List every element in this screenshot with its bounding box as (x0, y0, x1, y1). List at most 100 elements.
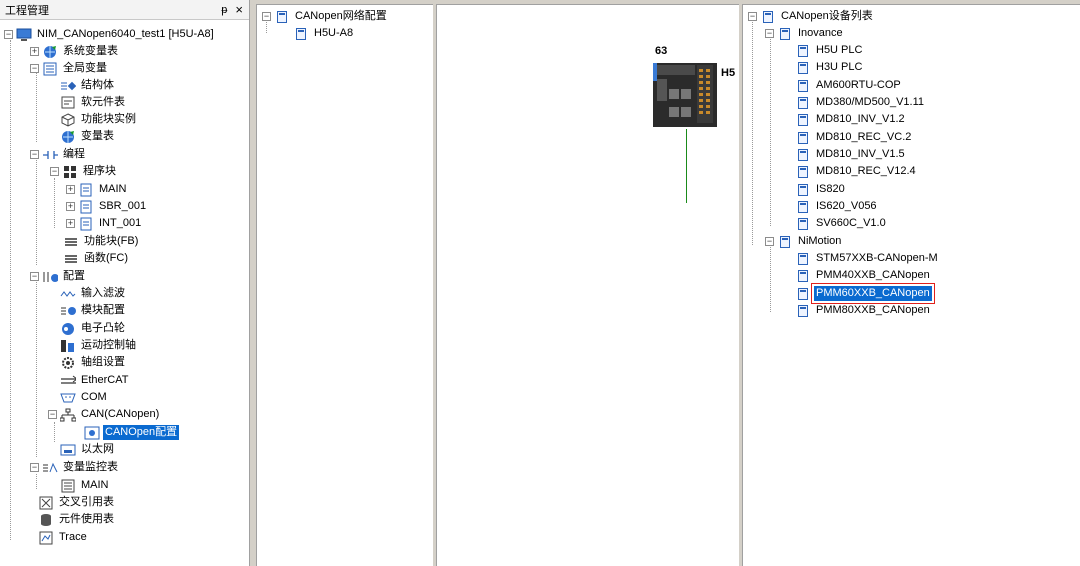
device-item[interactable]: AM600RTU-COP (795, 77, 903, 94)
collapse-toggle[interactable]: − (30, 150, 39, 159)
collapse-toggle[interactable]: − (4, 30, 13, 39)
tree-item-program-blocks[interactable]: − 程序块 (50, 163, 118, 180)
tree-item-label: 变量表 (81, 130, 114, 142)
tree-item-variable-monitor[interactable]: − 变量监控表 (30, 459, 120, 476)
project-panel-title: 工程管理 (5, 4, 49, 17)
tree-item-input-filter[interactable]: 输入滤波 (60, 285, 127, 302)
tree-item-ethernet[interactable]: 以太网 (60, 441, 116, 458)
project-panel-header: 工程管理 ᵽ × (0, 0, 249, 20)
tree-item-int001[interactable]: + INT_001 (66, 215, 143, 232)
device-item[interactable]: STM57XXB-CANopen-M (795, 250, 940, 267)
device-item[interactable]: MD810_REC_VC.2 (795, 129, 913, 146)
device-item[interactable]: MD380/MD500_V1.11 (795, 94, 926, 111)
collapse-toggle[interactable]: − (50, 167, 59, 176)
tree-item-global-variables[interactable]: − 全局变量 (30, 60, 109, 77)
tree-item-label: 功能块(FB) (84, 235, 139, 247)
device-list-root[interactable]: − CANopen设备列表 (748, 8, 875, 25)
device-item[interactable]: SV660C_V1.0 (795, 215, 888, 232)
collapse-toggle[interactable]: − (30, 64, 39, 73)
device-item[interactable]: MD810_INV_V1.2 (795, 111, 907, 128)
tree-item-label: 模块配置 (81, 304, 125, 316)
doc-icon (795, 251, 811, 267)
device-item[interactable]: IS820 (795, 181, 847, 198)
network-canvas[interactable]: 63 H5 (436, 4, 739, 566)
device-item[interactable]: PMM40XXB_CANopen (795, 267, 932, 284)
device-item[interactable]: H3U PLC (795, 59, 864, 76)
tree-item-project[interactable]: − NIM_CANopen6040_test1 [H5U-A8] (4, 26, 216, 43)
device-item[interactable]: H5U PLC (795, 42, 864, 59)
tree-item-fc[interactable]: 函数(FC) (63, 250, 130, 267)
tree-item-soft-components[interactable]: 软元件表 (60, 94, 127, 111)
expand-toggle[interactable]: + (66, 202, 75, 211)
expand-toggle[interactable]: + (66, 219, 75, 228)
device-item[interactable]: IS620_V056 (795, 198, 879, 215)
device-item[interactable]: MD810_REC_V12.4 (795, 163, 918, 180)
device-label: MD380/MD500_V1.11 (816, 96, 925, 108)
fc-icon (63, 251, 79, 267)
tree-item-com[interactable]: COM (60, 389, 109, 406)
tree-item-fb-instances[interactable]: 功能块实例 (60, 111, 138, 128)
ladder-icon (42, 147, 58, 163)
tree-item-crossref[interactable]: 交叉引用表 (38, 494, 116, 511)
expand-toggle[interactable]: + (30, 47, 39, 56)
collapse-toggle[interactable]: − (748, 12, 757, 21)
tree-item-system-variables[interactable]: + 系统变量表 (30, 43, 120, 60)
expand-toggle[interactable]: + (66, 185, 75, 194)
tree-item-programming[interactable]: − 编程 (30, 146, 87, 163)
tree-item-ethercat[interactable]: EtherCAT (60, 372, 130, 389)
tree-item-monitor-main[interactable]: MAIN (60, 477, 111, 494)
crossref-icon (38, 495, 54, 511)
monitor-icon (42, 460, 58, 476)
tree-item-label: 函数(FC) (84, 252, 128, 264)
tree-item-label: COM (81, 391, 107, 403)
tree-item-module-config[interactable]: 模块配置 (60, 302, 127, 319)
close-button[interactable]: × (235, 3, 243, 16)
struct-icon (60, 78, 76, 94)
tree-item-main[interactable]: + MAIN (66, 181, 129, 198)
collapse-toggle[interactable]: − (262, 12, 271, 21)
device-label: SV660C_V1.0 (816, 217, 886, 229)
tree-item-label: 配置 (63, 270, 85, 282)
plc-device[interactable] (653, 61, 717, 129)
collapse-toggle[interactable]: − (765, 29, 774, 38)
wave-icon (60, 286, 76, 302)
collapse-toggle[interactable]: − (765, 237, 774, 246)
tree-item-label: Trace (59, 531, 87, 543)
device-label: PMM80XXB_CANopen (816, 304, 930, 316)
vendor-label: Inovance (798, 27, 843, 39)
tree-item-element-usage[interactable]: 元件使用表 (38, 511, 116, 528)
vendor-group-inovance[interactable]: − Inovance (765, 25, 845, 42)
doc-icon (795, 130, 811, 146)
tree-item-motion-axis[interactable]: 运动控制轴 (60, 337, 138, 354)
tree-item-configuration[interactable]: − 配置 (30, 268, 87, 285)
project-tree: − NIM_CANopen6040_test1 [H5U-A8] + 系统变量表… (0, 20, 249, 566)
tree-item-fb[interactable]: 功能块(FB) (63, 233, 140, 250)
device-label: AM600RTU-COP (816, 79, 901, 91)
tree-item-can[interactable]: − CAN(CANopen) (48, 406, 161, 423)
tree-item-canopen-config[interactable]: CANOpen配置 (84, 424, 180, 441)
tree-item-label: MAIN (81, 479, 109, 491)
tree-item-label: 输入滤波 (81, 287, 125, 299)
gear-icon (60, 355, 76, 371)
collapse-toggle[interactable]: − (30, 272, 39, 281)
device-item[interactable]: PMM80XXB_CANopen (795, 302, 932, 319)
collapse-toggle[interactable]: − (48, 410, 57, 419)
device-label: MD810_REC_VC.2 (816, 131, 912, 143)
network-root-item[interactable]: − CANopen网络配置 (262, 8, 389, 25)
vendor-group-nimotion[interactable]: − NiMotion (765, 233, 843, 250)
tree-item-sbr001[interactable]: + SBR_001 (66, 198, 148, 215)
device-item-selected[interactable]: PMM60XXB_CANopen (795, 283, 935, 304)
tree-item-variable-table[interactable]: 变量表 (60, 128, 116, 145)
tree-item-axis-group[interactable]: 轴组设置 (60, 354, 127, 371)
network-child-item[interactable]: H5U-A8 (293, 25, 355, 42)
device-item[interactable]: MD810_INV_V1.5 (795, 146, 907, 163)
tree-item-label: 功能块实例 (81, 113, 136, 125)
tree-item-struct[interactable]: 结构体 (60, 77, 116, 94)
tree-item-trace[interactable]: Trace (38, 529, 89, 546)
tree-item-electronic-cam[interactable]: 电子凸轮 (60, 320, 127, 337)
tree-item-label: CANOpen配置 (103, 425, 180, 440)
globe-icon (42, 44, 58, 60)
collapse-toggle[interactable]: − (30, 463, 39, 472)
tree-item-label: 软元件表 (81, 96, 125, 108)
pin-button[interactable]: ᵽ (221, 4, 227, 16)
